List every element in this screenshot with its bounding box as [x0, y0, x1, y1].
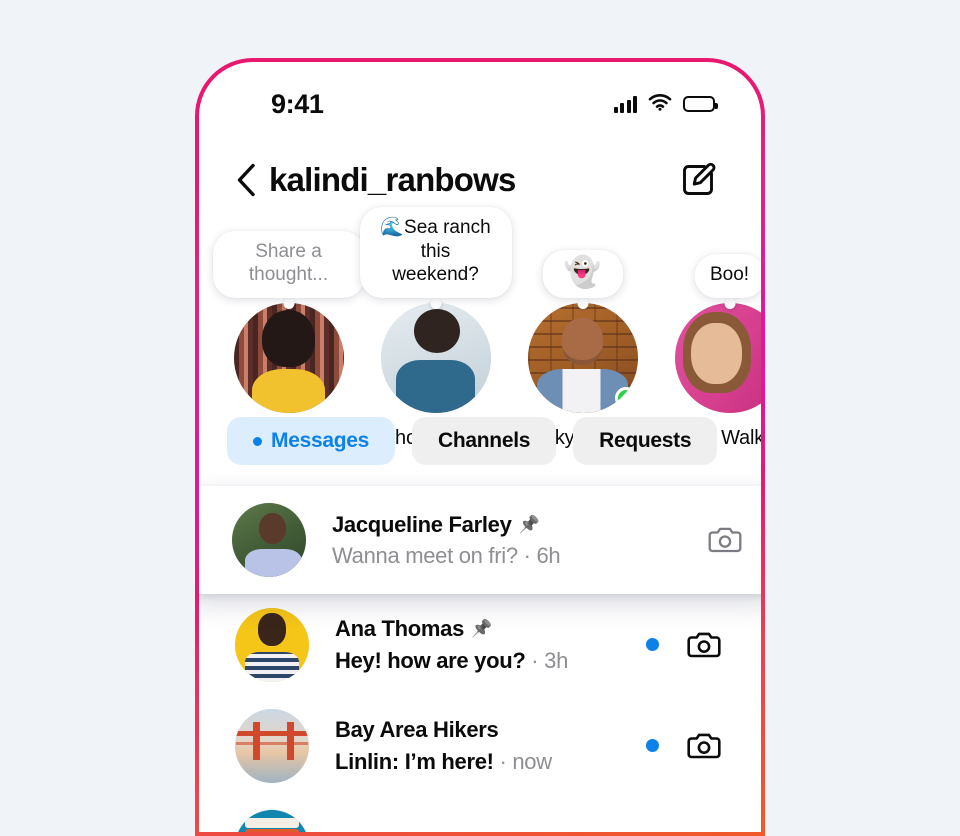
conversation-actions	[646, 727, 723, 765]
notes-row: Share a thought... Your note 🌊Sea ranch …	[199, 207, 761, 450]
camera-icon	[687, 733, 721, 758]
conversation-actions	[706, 521, 744, 559]
compose-button[interactable]	[677, 159, 719, 201]
app-header: kalindi_ranbows	[199, 144, 761, 216]
battery-full-icon	[683, 96, 718, 112]
status-bar-time: 9:41	[271, 88, 324, 119]
conversation-name: Bay Area Hikers	[335, 717, 499, 743]
conversation-preview: Wanna meet on fri? · 6h	[332, 543, 561, 568]
note-bubble-text[interactable]: 🌊Sea ranch this weekend?	[359, 207, 512, 298]
note-bubble-tail	[430, 298, 441, 309]
camera-icon	[687, 632, 721, 657]
camera-button[interactable]	[706, 521, 744, 559]
conversation-row-bay-area-hikers[interactable]: Bay Area Hikers Linlin: I’m here! · now	[199, 695, 761, 796]
cellular-signal-icon	[613, 95, 637, 113]
avatar-image	[235, 708, 309, 783]
conversation-preview: Hey! how are you? · 3h	[335, 647, 569, 673]
wifi-icon	[648, 93, 672, 116]
back-button[interactable]	[229, 160, 263, 200]
pin-icon: 📌	[518, 514, 540, 534]
unread-indicator-dot	[646, 739, 659, 752]
conversation-text: Bay Area Hikers Linlin: I’m here! · now	[335, 715, 646, 775]
avatar[interactable]	[674, 303, 761, 413]
preview-text: Hey! how are you?	[335, 647, 526, 673]
avatar[interactable]	[235, 607, 309, 682]
conversation-row-book-club[interactable]: Book Club	[199, 796, 761, 832]
camera-icon	[687, 832, 721, 833]
camera-icon	[708, 527, 742, 553]
conversation-name: Jacqueline Farley	[332, 511, 512, 537]
phone-frame: 9:41 kalindi_ranbows Share a thought... …	[195, 58, 765, 836]
conversation-text: Jacqueline Farley 📌 Wanna meet on fri? ·…	[332, 510, 706, 570]
avatar[interactable]	[380, 303, 491, 413]
chevron-left-icon	[237, 163, 255, 197]
conversation-actions	[646, 828, 723, 833]
avatar-image	[674, 303, 761, 413]
phone-screen: 9:41 kalindi_ranbows Share a thought... …	[199, 62, 761, 832]
unread-indicator-dot	[253, 436, 262, 446]
note-bubble-text[interactable]: 👻	[541, 250, 624, 298]
camera-button[interactable]	[685, 828, 723, 833]
timestamp: 3h	[544, 647, 569, 673]
avatar-image	[232, 503, 306, 577]
note-bubble-tail	[577, 298, 588, 309]
preview-text: Linlin: I’m here!	[335, 748, 494, 774]
conversation-title: Ana Thomas 📌	[335, 614, 646, 643]
filter-tabs: Messages Channels Requests	[199, 417, 761, 465]
avatar[interactable]	[232, 503, 306, 577]
conversation-row-jacqueline-farley[interactable]: Jacqueline Farley 📌 Wanna meet on fri? ·…	[199, 486, 761, 594]
page-root: 9:41 kalindi_ranbows Share a thought... …	[0, 0, 960, 836]
camera-button[interactable]	[685, 727, 723, 765]
conversation-row-ana-thomas[interactable]: Ana Thomas 📌 Hey! how are you? · 3h	[199, 594, 761, 695]
unread-indicator-dot	[646, 638, 659, 651]
tab-label: Messages	[271, 429, 369, 452]
camera-button[interactable]	[685, 626, 723, 664]
message-list: Jacqueline Farley 📌 Wanna meet on fri? ·…	[199, 486, 761, 832]
avatar[interactable]	[527, 303, 638, 413]
note-bubble-text[interactable]: Share a thought...	[212, 230, 365, 298]
conversation-preview: Linlin: I’m here! · now	[335, 748, 552, 774]
online-status-indicator	[614, 387, 637, 409]
timestamp: now	[512, 748, 552, 774]
pin-icon: 📌	[471, 619, 492, 639]
tab-messages[interactable]: Messages	[227, 417, 395, 465]
note-bubble-tail	[724, 298, 735, 309]
status-bar-icons	[613, 93, 718, 116]
conversation-title: Bay Area Hikers	[335, 715, 646, 744]
avatar[interactable]	[235, 809, 309, 832]
note-bubble-tail	[283, 298, 294, 309]
preview-text: Wanna meet on fri?	[332, 543, 518, 568]
avatar-image	[235, 607, 309, 682]
avatar-image	[380, 303, 491, 413]
conversation-title: Jacqueline Farley 📌	[332, 510, 706, 539]
timestamp: 6h	[536, 543, 561, 568]
tab-label: Requests	[599, 429, 692, 452]
avatar[interactable]	[233, 303, 344, 413]
conversation-actions	[646, 626, 723, 664]
status-bar: 9:41	[199, 84, 761, 124]
tab-channels[interactable]: Channels	[412, 417, 557, 465]
conversation-text: Ana Thomas 📌 Hey! how are you? · 3h	[335, 614, 646, 674]
avatar-image	[235, 809, 309, 832]
avatar[interactable]	[235, 708, 309, 783]
page-title: kalindi_ranbows	[269, 161, 516, 198]
tab-requests[interactable]: Requests	[573, 417, 718, 465]
note-bubble-text[interactable]: Boo!	[693, 254, 761, 298]
compose-edit-icon	[683, 162, 716, 195]
tab-label: Channels	[438, 429, 531, 452]
avatar-image	[233, 303, 344, 413]
conversation-name: Ana Thomas	[335, 616, 465, 642]
